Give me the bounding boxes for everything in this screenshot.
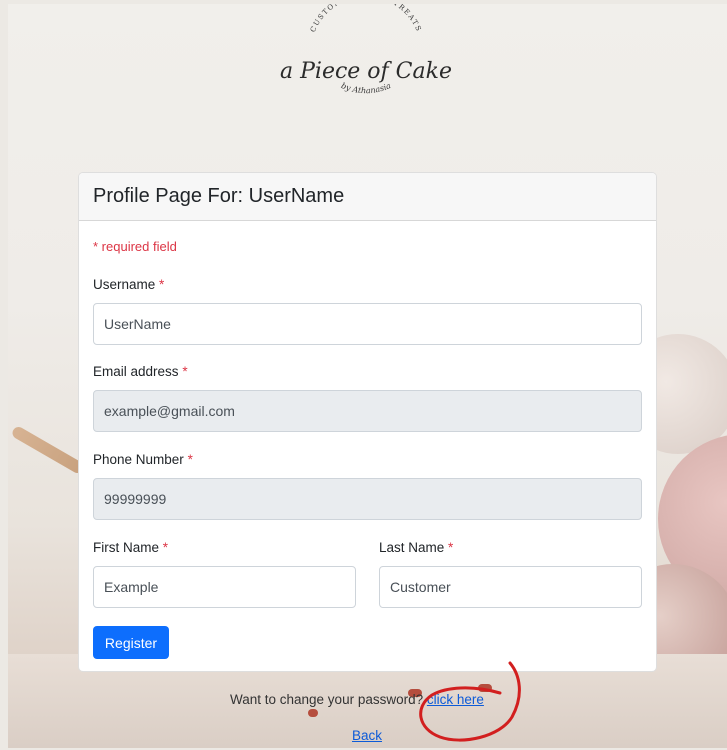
username-field[interactable]: UserName [93,303,642,345]
email-label: Email address * [93,364,188,379]
required-marker: * [159,277,165,292]
svg-text:CUSTOM CAKES & TREATS: CUSTOM CAKES & TREATS [309,4,423,33]
logo-top-text: CUSTOM CAKES & TREATS [309,4,422,33]
phone-label: Phone Number * [93,452,193,467]
phone-field[interactable]: 99999999 [93,478,642,520]
required-field-note: * required field [93,239,177,254]
background-decoration [308,709,318,717]
register-button[interactable]: Register [93,626,169,659]
required-marker: * [182,364,188,379]
required-marker: * [187,452,193,467]
page-title: Profile Page For: UserName [93,185,345,207]
card-header: Profile Page For: UserName [79,173,656,221]
username-label: Username * [93,277,165,292]
required-marker: * [162,540,169,555]
last-name-field[interactable]: Customer [379,566,642,608]
first-name-label: First Name * [93,540,169,555]
back-link[interactable]: Back [352,728,382,743]
annotation-circle [419,661,521,742]
last-name-label: Last Name * [379,540,454,555]
required-marker: * [448,540,454,555]
logo-script-name: a Piece of Cake [280,59,452,84]
first-name-field[interactable]: Example [93,566,356,608]
background-decoration [10,424,86,476]
brand-logo: CUSTOM CAKES & TREATS a Piece of Cake by… [280,4,452,95]
email-field[interactable]: example@gmail.com [93,390,642,432]
profile-card: Profile Page For: UserName * required fi… [78,172,657,672]
